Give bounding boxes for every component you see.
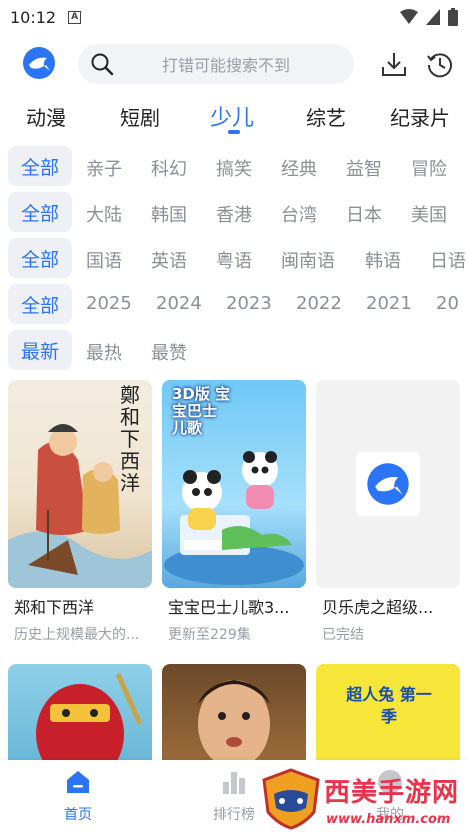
search-icon bbox=[91, 53, 114, 76]
poster-illustration bbox=[36, 672, 143, 760]
video-card[interactable]: 鄭和下西洋 郑和下西洋 历史上规模最大的... bbox=[8, 380, 152, 643]
filter-option[interactable]: 冒险 bbox=[411, 155, 447, 181]
notification-a-icon: A bbox=[68, 10, 82, 24]
poster-lego-ninja[interactable] bbox=[8, 664, 152, 760]
filter-year-all[interactable]: 全部 bbox=[8, 284, 72, 324]
card-title: 郑和下西洋 bbox=[14, 598, 95, 617]
search-row: 打错可能搜索不到 bbox=[0, 42, 468, 86]
nav-home[interactable]: 首页 bbox=[38, 768, 118, 824]
poster-boy[interactable] bbox=[162, 664, 306, 760]
search-placeholder: 打错可能搜索不到 bbox=[162, 56, 291, 75]
battery-icon bbox=[448, 8, 458, 26]
filter-option[interactable]: 2023 bbox=[226, 293, 272, 314]
filter-option[interactable]: 英语 bbox=[151, 247, 187, 273]
card-subtitle: 更新至229集 bbox=[168, 627, 251, 643]
filter-option[interactable]: 国语 bbox=[86, 247, 122, 273]
filter-option[interactable]: 香港 bbox=[216, 201, 252, 227]
filter-option[interactable]: 益智 bbox=[346, 155, 382, 181]
app-logo-icon bbox=[367, 463, 409, 505]
filter-option[interactable]: 2024 bbox=[156, 293, 202, 314]
filter-row-genre: 全部 亲子 科幻 搞笑 经典 益智 冒险 bbox=[0, 146, 468, 186]
tab-documentary[interactable]: 纪录片 bbox=[390, 102, 450, 131]
filter-option[interactable]: 日语 bbox=[430, 247, 466, 273]
sort-hottest[interactable]: 最热 bbox=[86, 339, 122, 365]
poster-zheng-he[interactable]: 鄭和下西洋 bbox=[8, 380, 152, 588]
poster-illustration bbox=[198, 680, 270, 760]
watermark-shield-icon bbox=[262, 768, 320, 830]
tab-kids[interactable]: 少儿 bbox=[210, 100, 254, 132]
tab-anime[interactable]: 动漫 bbox=[26, 102, 66, 131]
filter-option[interactable]: 韩国 bbox=[151, 201, 187, 227]
status-time: 10:12 bbox=[10, 7, 57, 27]
filter-option[interactable]: 韩语 bbox=[365, 247, 401, 273]
video-card[interactable]: 3D版 宝宝巴士 儿歌 宝宝巴士儿歌3... 更新至229集 bbox=[162, 380, 306, 643]
filter-row-sort: 最新 最热 最赞 bbox=[0, 330, 468, 370]
filter-row-year: 全部 2025 2024 2023 2022 2021 20 bbox=[0, 284, 468, 324]
signal-icon bbox=[426, 9, 440, 25]
filter-row-region: 全部 大陆 韩国 香港 台湾 日本 美国 bbox=[0, 192, 468, 232]
wifi-icon bbox=[400, 9, 418, 24]
filter-option[interactable]: 2025 bbox=[86, 293, 132, 314]
nav-home-label: 首页 bbox=[64, 807, 92, 823]
filter-option[interactable]: 20 bbox=[436, 293, 459, 314]
sort-latest[interactable]: 最新 bbox=[8, 330, 72, 370]
filter-option[interactable]: 美国 bbox=[411, 201, 447, 227]
filter-option[interactable]: 搞笑 bbox=[216, 155, 252, 181]
category-tabs: 动漫 短剧 少儿 综艺 纪录片 bbox=[0, 98, 468, 138]
tab-variety[interactable]: 综艺 bbox=[306, 102, 346, 131]
status-icons bbox=[400, 8, 458, 26]
poster-logo-text: 3D版 宝宝巴士 儿歌 bbox=[172, 385, 231, 437]
filter-option[interactable]: 闽南语 bbox=[281, 247, 335, 273]
video-card[interactable]: 贝乐虎之超级... 已完结 bbox=[316, 380, 460, 643]
poster-super-rabbit[interactable]: 超人兔 第一季 bbox=[316, 664, 460, 760]
status-bar: 10:12 A bbox=[0, 0, 468, 34]
download-icon[interactable] bbox=[380, 50, 408, 78]
filter-option[interactable]: 2022 bbox=[296, 293, 342, 314]
filter-genre-all[interactable]: 全部 bbox=[8, 146, 72, 186]
video-card[interactable] bbox=[162, 664, 306, 760]
video-card[interactable] bbox=[8, 664, 152, 760]
card-subtitle: 历史上规模最大的... bbox=[14, 627, 140, 643]
poster-placeholder[interactable] bbox=[316, 380, 460, 588]
video-card[interactable]: 超人兔 第一季 bbox=[316, 664, 460, 760]
card-title: 贝乐虎之超级... bbox=[322, 598, 434, 617]
card-title: 宝宝巴士儿歌3... bbox=[168, 598, 290, 617]
tab-short-drama[interactable]: 短剧 bbox=[120, 102, 160, 131]
filter-option[interactable]: 台湾 bbox=[281, 201, 317, 227]
filter-option[interactable]: 2021 bbox=[366, 293, 412, 314]
watermark-url: www.hanxm.com bbox=[326, 812, 451, 827]
filter-row-language: 全部 国语 英语 粤语 闽南语 韩语 日语 bbox=[0, 238, 468, 278]
filter-option[interactable]: 亲子 bbox=[86, 155, 122, 181]
card-subtitle: 已完结 bbox=[322, 627, 364, 643]
app-logo-icon[interactable] bbox=[22, 46, 56, 80]
poster-calligraphy: 鄭和下西洋 bbox=[120, 383, 140, 495]
filter-language-all[interactable]: 全部 bbox=[8, 238, 72, 278]
home-icon bbox=[67, 771, 89, 793]
filter-option[interactable]: 日本 bbox=[346, 201, 382, 227]
poster-logo-text: 超人兔 第一季 bbox=[346, 685, 432, 726]
sort-top-rated[interactable]: 最赞 bbox=[151, 339, 187, 365]
watermark-name: 西美手游网 bbox=[324, 778, 460, 808]
filter-option[interactable]: 经典 bbox=[281, 155, 317, 181]
placeholder-logo bbox=[356, 452, 420, 516]
filter-option[interactable]: 大陆 bbox=[86, 201, 122, 227]
history-icon[interactable] bbox=[426, 50, 454, 78]
filter-region-all[interactable]: 全部 bbox=[8, 192, 72, 232]
watermark: 西美手游网 www.hanxm.com bbox=[258, 768, 468, 832]
filter-option[interactable]: 科幻 bbox=[151, 155, 187, 181]
filter-option[interactable]: 粤语 bbox=[216, 247, 252, 273]
active-tab-indicator bbox=[228, 130, 240, 134]
poster-babybus[interactable]: 3D版 宝宝巴士 儿歌 bbox=[162, 380, 306, 588]
ranking-icon bbox=[223, 772, 245, 794]
search-box[interactable]: 打错可能搜索不到 bbox=[78, 44, 354, 84]
